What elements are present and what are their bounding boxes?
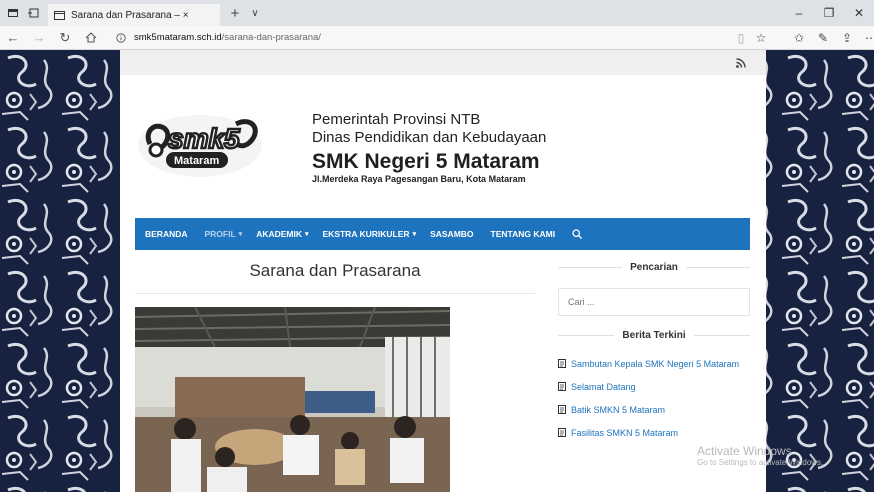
refresh-icon[interactable]: ↻ <box>52 26 78 50</box>
search-widget-title: Pencarian <box>558 262 750 273</box>
document-icon <box>558 428 566 437</box>
document-icon <box>558 359 566 368</box>
header-text: Pemerintah Provinsi NTB Dinas Pendidikan… <box>312 111 546 184</box>
post-link[interactable]: Batik SMKN 5 Mataram <box>558 402 750 418</box>
tab-title: Sarana dan Prasarana – × <box>71 9 189 21</box>
post-link[interactable]: Sambutan Kepala SMK Negeri 5 Mataram <box>558 356 750 372</box>
watermark-line-1: Activate Windows <box>697 444 792 458</box>
back-icon[interactable]: ← <box>0 26 26 50</box>
address-bar: ← → ↻ smk5mataram.sch.id/sarana-dan-pras… <box>0 26 874 50</box>
chevron-down-icon[interactable]: ∨ <box>248 8 262 19</box>
restore-button[interactable]: ❐ <box>814 0 844 26</box>
rss-icon[interactable] <box>736 58 746 68</box>
header-line-2: Dinas Pendidikan dan Kebudayaan <box>312 129 547 146</box>
home-icon[interactable] <box>78 26 104 50</box>
header-line-1: Pemerintah Provinsi NTB <box>312 111 481 128</box>
menu-item-profil[interactable]: PROFIL ▾ <box>205 218 243 250</box>
reading-view-icon[interactable]: ▯ <box>730 26 752 50</box>
school-logo[interactable]: smk5 Mataram <box>136 108 266 180</box>
document-icon <box>558 405 566 414</box>
info-icon <box>116 32 126 43</box>
school-address: Jl.Merdeka Raya Pagesangan Baru, Kota Ma… <box>312 174 526 184</box>
logo-subtext: Mataram <box>174 155 219 167</box>
page-icon <box>54 10 65 20</box>
share-icon[interactable]: ⇪ <box>836 26 858 50</box>
menu-item-tentang-kami[interactable]: TENTANG KAMI <box>491 218 559 250</box>
search-icon[interactable] <box>572 229 583 239</box>
window-menu-icon[interactable] <box>6 6 20 20</box>
windows-activation-watermark: Activate Windows Go to Settings to activ… <box>697 444 823 468</box>
menu-item-sasambo[interactable]: SASAMBO <box>430 218 476 250</box>
browser-tab[interactable]: Sarana dan Prasarana – × <box>48 4 220 26</box>
tab-bar: Sarana dan Prasarana – × + ∨ – ❐ ✕ <box>0 0 874 26</box>
watermark-line-2: Go to Settings to activate Windows. <box>697 458 824 468</box>
new-tab-button[interactable]: + <box>226 5 244 22</box>
news-widget-title: Berita Terkini <box>558 330 751 341</box>
forward-icon[interactable]: → <box>26 26 52 50</box>
document-icon <box>558 382 566 391</box>
more-icon[interactable]: ⋯ <box>860 26 874 50</box>
favorites-icon[interactable]: ✩ <box>788 26 810 50</box>
minimize-button[interactable]: – <box>784 0 814 26</box>
main-menu: BERANDA PROFIL ▾ AKADEMIK ▾ EKSTRA KURIKUL… <box>135 218 750 250</box>
url-field[interactable]: smk5mataram.sch.id/sarana-dan-prasarana/ <box>116 26 716 50</box>
workshop-photo[interactable] <box>135 307 450 492</box>
close-button[interactable]: ✕ <box>844 0 874 26</box>
window-controls: – ❐ ✕ <box>784 0 874 26</box>
menu-item-akademik[interactable]: AKADEMIK ▾ <box>256 218 308 250</box>
top-strip <box>120 50 766 75</box>
school-name[interactable]: SMK Negeri 5 Mataram <box>312 149 546 174</box>
menu-item-beranda[interactable]: BERANDA <box>145 218 191 250</box>
search-input[interactable] <box>558 288 750 316</box>
url-path: /sarana-dan-prasarana/ <box>221 32 321 43</box>
tab-actions-icon[interactable] <box>26 6 40 20</box>
menu-item-ekstra-kurikuler[interactable]: EKSTRA KURIKULER ▾ <box>323 218 417 250</box>
logo-text: smk5 <box>168 123 240 154</box>
post-link[interactable]: Fasilitas SMKN 5 Mataram <box>558 425 750 441</box>
notes-icon[interactable]: ✎ <box>812 26 834 50</box>
title-divider <box>135 293 535 294</box>
url-domain: smk5mataram.sch.id <box>134 32 222 43</box>
favorite-star-icon[interactable]: ☆ <box>750 26 772 50</box>
web-page: smk5 Mataram Pemerintah Provinsi NTB Din… <box>120 50 766 492</box>
page-title: Sarana dan Prasarana <box>249 261 421 280</box>
post-link[interactable]: Selamat Datang <box>558 379 750 395</box>
recent-posts-list: Sambutan Kepala SMK Negeri 5 Mataram Sel… <box>558 356 750 448</box>
